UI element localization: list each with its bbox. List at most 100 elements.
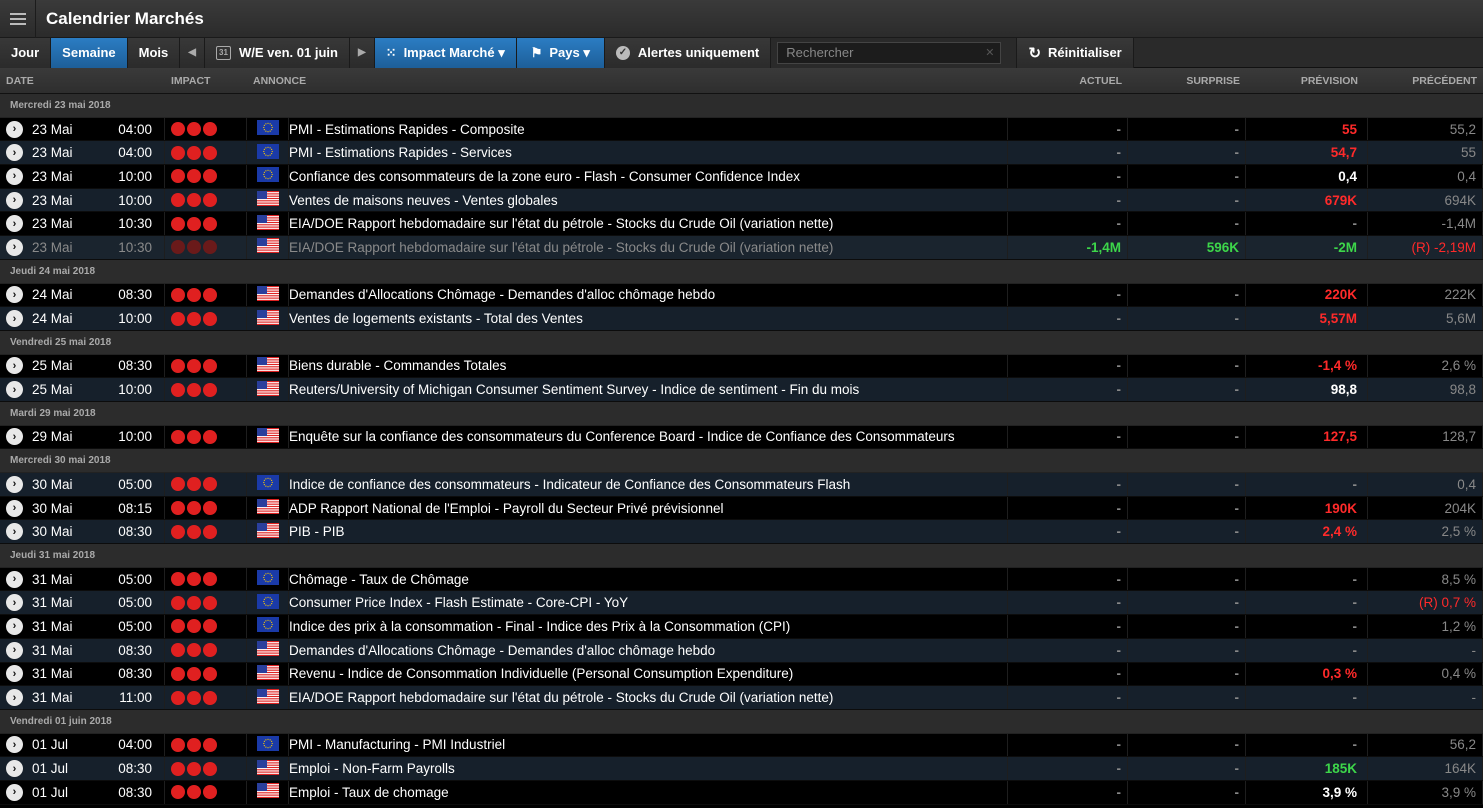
prev-period-button[interactable]: ◀ [180, 37, 205, 68]
event-row[interactable]: › 31 Mai 05:00 Consumer Price Index - Flash… [0, 591, 1483, 616]
expand-arrow-icon[interactable]: › [6, 570, 23, 588]
expand-arrow-icon[interactable]: › [6, 428, 23, 446]
impact-dot-icon [187, 524, 201, 539]
forecast-value: 55 [1246, 117, 1368, 141]
country-filter-button[interactable]: ⚑ Pays ▾ [516, 37, 605, 68]
column-header-actuel[interactable]: ACTUEL [1008, 75, 1128, 87]
actual-value: - [1008, 165, 1128, 188]
column-header-surprise[interactable]: SURPRISE [1128, 75, 1246, 87]
actual-value: - [1008, 212, 1128, 236]
actual-value: -1,4M [1008, 236, 1128, 259]
expand-arrow-icon[interactable]: › [6, 689, 23, 707]
previous-value: 2,5 % [1368, 520, 1483, 544]
event-time: 08:30 [118, 784, 152, 800]
impact-indicator [165, 165, 247, 188]
event-announcement: Biens durable - Commandes Totales [289, 354, 1008, 378]
expand-arrow-icon[interactable]: › [6, 238, 23, 256]
expand-arrow-icon[interactable]: › [6, 215, 23, 233]
expand-arrow-icon[interactable]: › [6, 783, 23, 801]
alerts-only-toggle[interactable]: ✓ Alertes uniquement [604, 37, 772, 68]
event-row[interactable]: › 23 Mai 04:00 PMI - Estimations Rapides - … [0, 117, 1483, 142]
impact-indicator [165, 496, 247, 520]
event-row[interactable]: › 31 Mai 08:30 Demandes d'Allocations Chôma… [0, 638, 1483, 663]
surprise-value: - [1128, 757, 1246, 780]
previous-value: (R) -2,19M [1368, 236, 1483, 259]
event-row[interactable]: › 31 Mai 05:00 Indice des prix à la consomm… [0, 615, 1483, 639]
expand-arrow-icon[interactable]: › [6, 475, 23, 493]
tab-jour[interactable]: Jour [0, 37, 52, 68]
event-time: 04:00 [118, 737, 152, 753]
reset-button[interactable]: ↻ Réinitialiser [1017, 37, 1134, 68]
impact-dot-icon [203, 240, 217, 255]
impact-indicator [165, 283, 247, 307]
expand-arrow-icon[interactable]: › [6, 144, 23, 162]
event-row[interactable]: › 24 Mai 10:00 Ventes de logements existant… [0, 307, 1483, 331]
event-row[interactable]: › 23 Mai 10:00 Confiance des consommateurs … [0, 165, 1483, 189]
eu-flag-icon [256, 617, 279, 635]
event-row[interactable]: › 23 Mai 10:30 EIA/DOE Rapport hebdomadaire… [0, 236, 1483, 260]
tab-mois[interactable]: Mois [127, 37, 181, 68]
event-row[interactable]: › 30 Mai 05:00 Indice de confiance des cons… [0, 473, 1483, 497]
event-date-cell: › 30 Mai 05:00 [0, 473, 165, 496]
impact-dot-icon [187, 595, 201, 610]
tab-semaine[interactable]: Semaine [51, 37, 128, 68]
event-row[interactable]: › 25 Mai 10:00 Reuters/University of Michig… [0, 378, 1483, 402]
impact-dot-icon [187, 145, 201, 160]
event-row[interactable]: › 31 Mai 11:00 EIA/DOE Rapport hebdomadaire… [0, 686, 1483, 710]
expand-arrow-icon[interactable]: › [6, 357, 23, 375]
column-header-prevision[interactable]: PRÉVISION [1246, 75, 1368, 87]
event-row[interactable]: › 01 Jul 08:30 Emploi - Non-Farm Payrolls - -… [0, 757, 1483, 781]
event-row[interactable]: › 24 Mai 08:30 Demandes d'Allocations Chôma… [0, 283, 1483, 308]
expand-arrow-icon[interactable]: › [6, 760, 23, 778]
event-row[interactable]: › 23 Mai 10:00 Ventes de maisons neuves - V… [0, 188, 1483, 213]
event-time: 08:30 [118, 761, 152, 777]
event-row[interactable]: › 30 Mai 08:15 ADP Rapport National de l'Em… [0, 496, 1483, 521]
previous-value: - [1368, 686, 1483, 709]
event-row[interactable]: › 23 Mai 10:30 EIA/DOE Rapport hebdomadaire… [0, 212, 1483, 237]
column-header-date[interactable]: DATE [0, 75, 165, 87]
event-row[interactable]: › 23 Mai 04:00 PMI - Estimations Rapides - … [0, 141, 1483, 166]
column-header-precedent[interactable]: PRÉCÉDENT [1368, 75, 1483, 87]
event-row[interactable]: › 31 Mai 05:00 Chômage - Taux de Chômage - - -… [0, 567, 1483, 592]
event-row[interactable]: › 30 Mai 08:30 PIB - PIB - -2,4 % 2,5 % [0, 520, 1483, 545]
surprise-value: - [1128, 662, 1246, 686]
previous-value: (R) 0,7 % [1368, 591, 1483, 615]
country-flag-cell [247, 378, 289, 401]
expand-arrow-icon[interactable]: › [6, 499, 23, 517]
expand-arrow-icon[interactable]: › [6, 523, 23, 541]
next-period-button[interactable]: ▶ [349, 37, 375, 68]
clear-search-icon[interactable]: ✕ [985, 46, 994, 59]
expand-arrow-icon[interactable]: › [6, 191, 23, 209]
actual-value: - [1008, 686, 1128, 709]
expand-arrow-icon[interactable]: › [6, 167, 23, 185]
expand-arrow-icon[interactable]: › [6, 617, 23, 635]
impact-filter-button[interactable]: ⁙ Impact Marché ▾ [374, 37, 517, 68]
event-announcement: Demandes d'Allocations Chômage - Demande… [289, 283, 1008, 307]
expand-arrow-icon[interactable]: › [6, 310, 23, 328]
surprise-value: - [1128, 686, 1246, 709]
actual-value: - [1008, 307, 1128, 330]
country-flag-cell [247, 212, 289, 236]
expand-arrow-icon[interactable]: › [6, 120, 23, 138]
expand-arrow-icon[interactable]: › [6, 286, 23, 304]
period-selector[interactable]: 31 W/E ven. 01 juin [204, 37, 350, 68]
search-input[interactable] [777, 41, 1002, 64]
column-header-impact[interactable]: IMPACT [165, 75, 247, 87]
surprise-value: - [1128, 615, 1246, 638]
expand-arrow-icon[interactable]: › [6, 381, 23, 399]
event-row[interactable]: › 31 Mai 08:30 Revenu - Indice de Consommat… [0, 662, 1483, 687]
impact-dot-icon [171, 358, 185, 373]
expand-arrow-icon[interactable]: › [6, 594, 23, 612]
expand-arrow-icon[interactable]: › [6, 665, 23, 683]
impact-dot-icon [171, 690, 185, 705]
hamburger-menu-icon[interactable] [0, 0, 36, 38]
event-row[interactable]: › 01 Jul 08:30 Emploi - Taux de chomage - -3,… [0, 780, 1483, 805]
event-row[interactable]: › 01 Jul 04:00 PMI - Manufacturing - PMI In… [0, 733, 1483, 758]
event-row[interactable]: › 29 Mai 10:00 Enquête sur la confiance des… [0, 425, 1483, 450]
country-flag-cell [247, 141, 289, 165]
expand-arrow-icon[interactable]: › [6, 736, 23, 754]
country-flag-cell [247, 496, 289, 520]
event-row[interactable]: › 25 Mai 08:30 Biens durable - Commandes To… [0, 354, 1483, 379]
expand-arrow-icon[interactable]: › [6, 641, 23, 659]
column-header-annonce[interactable]: ANNONCE [247, 75, 1008, 87]
